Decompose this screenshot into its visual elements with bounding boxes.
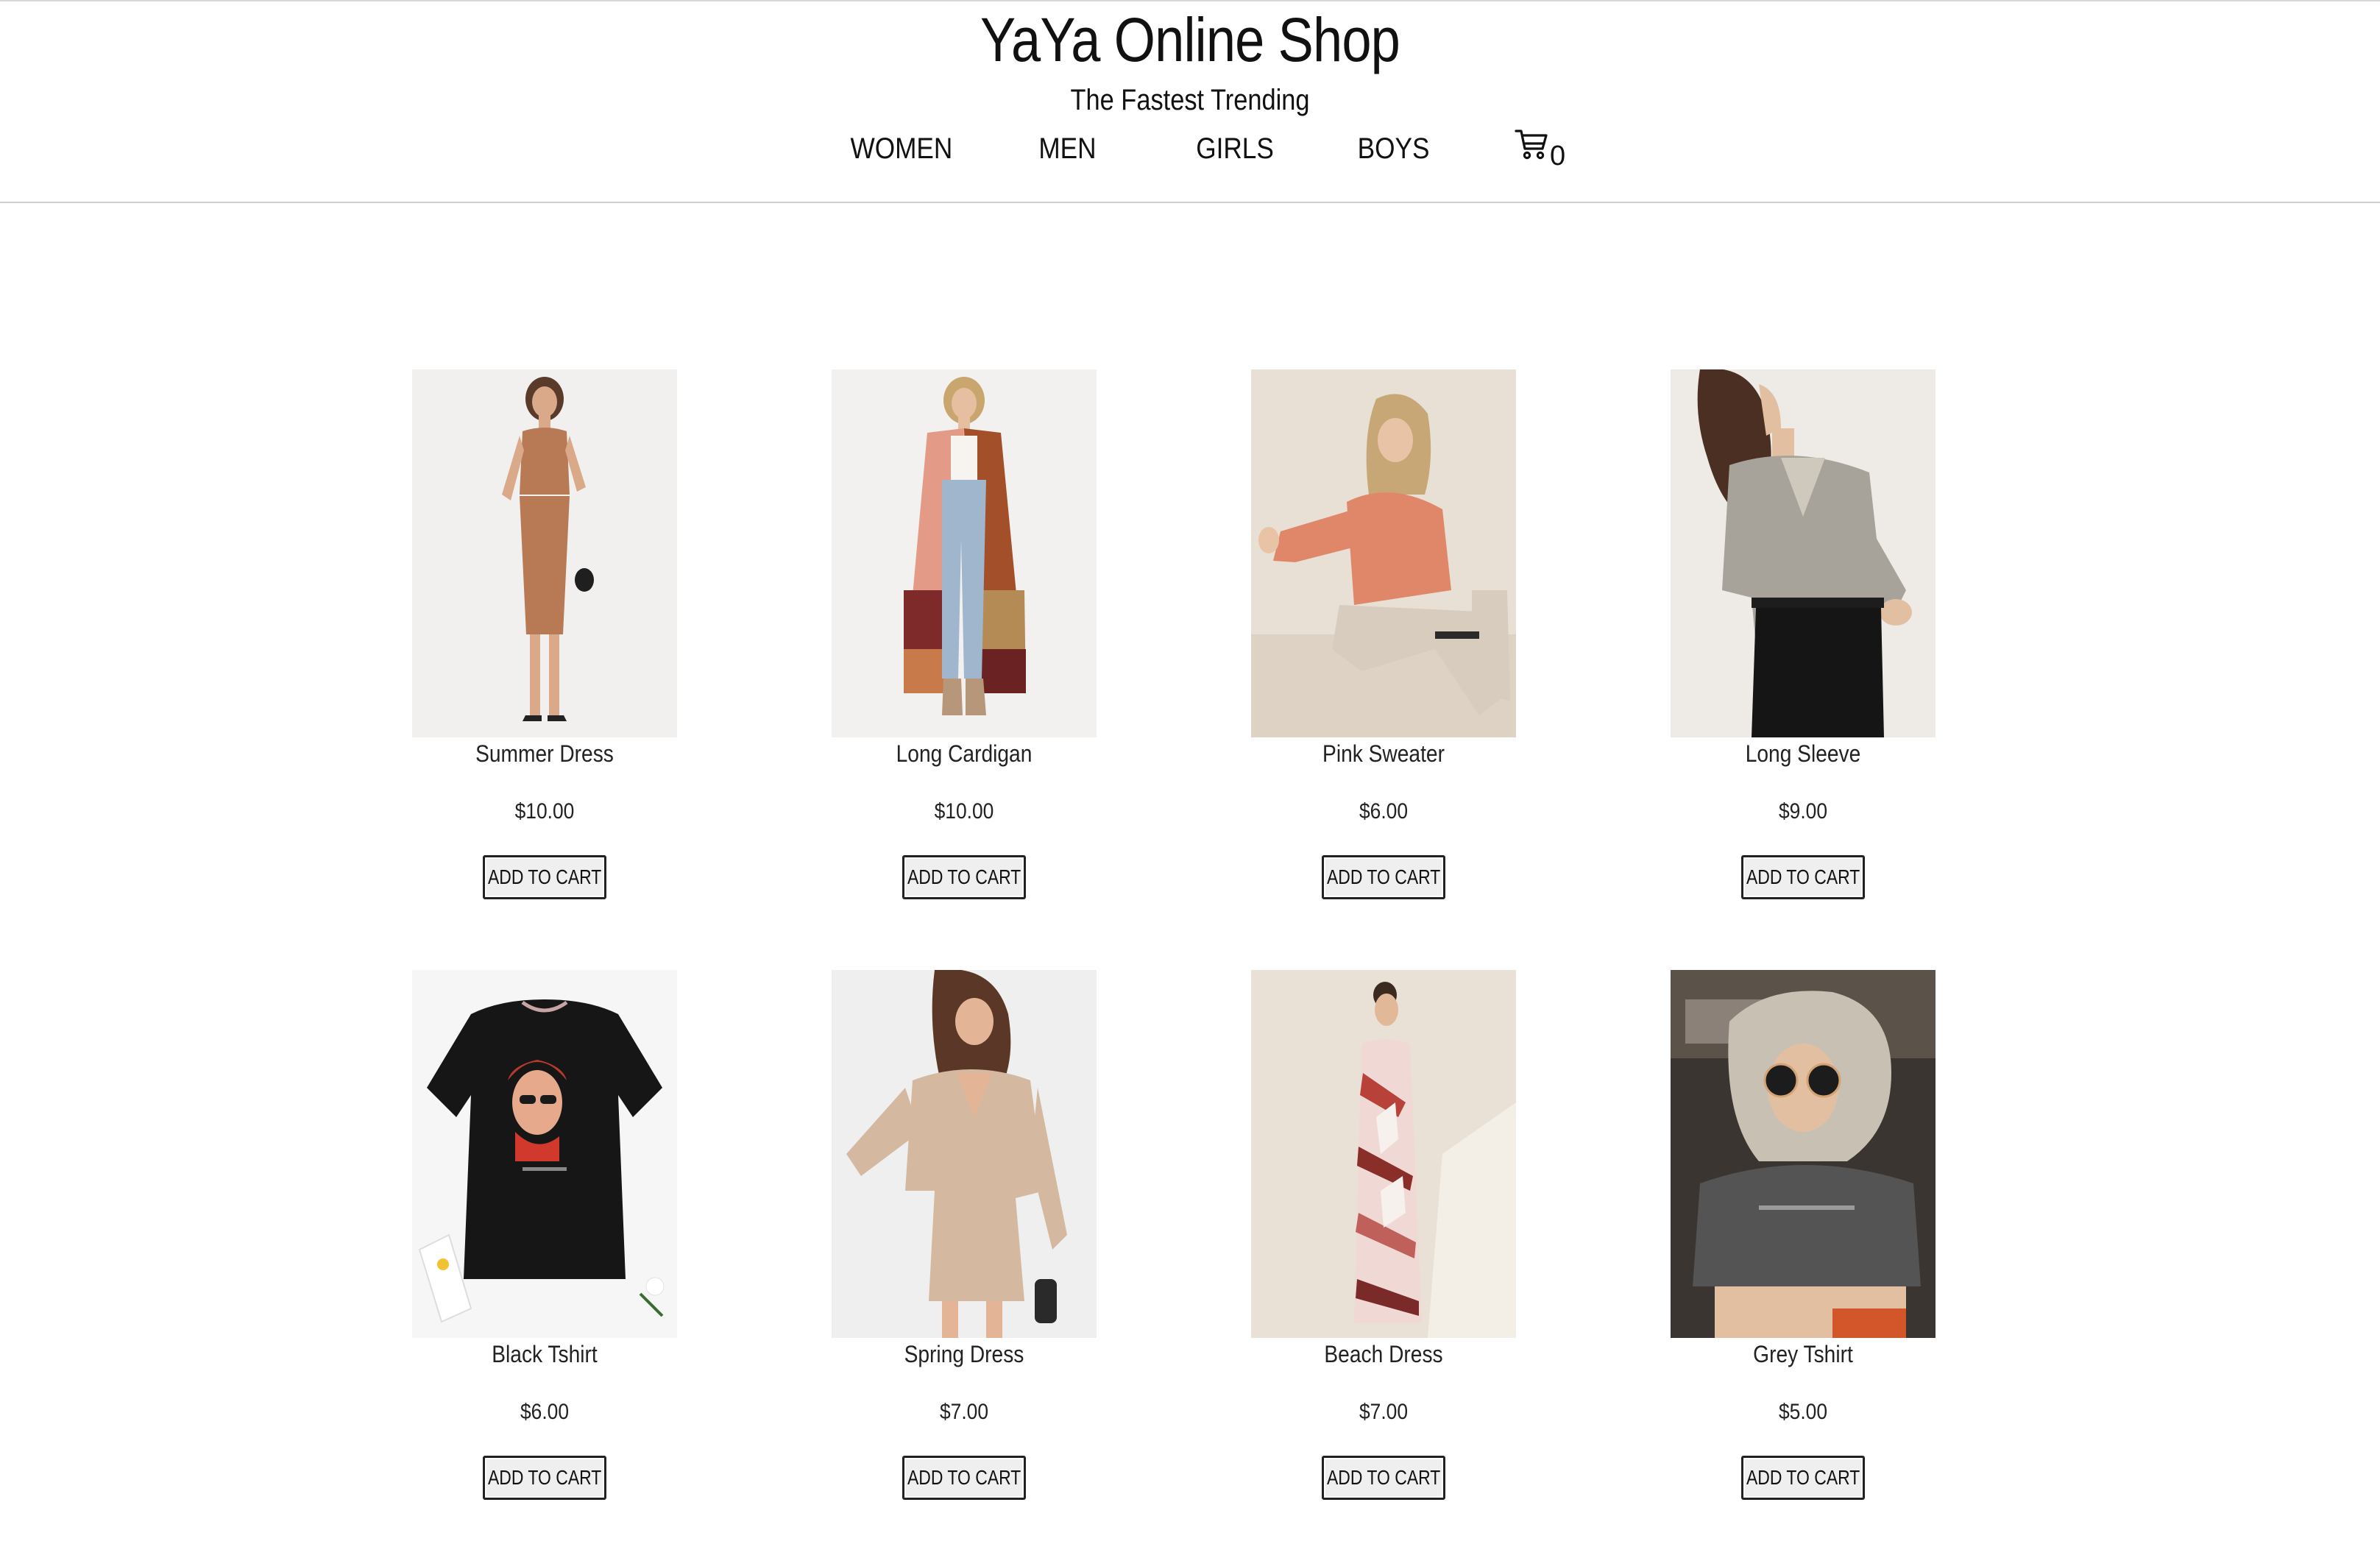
product-card: Beach Dress $7.00 ADD TO CART xyxy=(1251,970,1671,1515)
site-title: YaYa Online Shop xyxy=(980,5,1400,74)
product-image[interactable] xyxy=(1671,970,1935,1338)
product-card: Pink Sweater $6.00 ADD TO CART xyxy=(1251,369,1671,914)
product-name: Beach Dress xyxy=(1324,1341,1443,1367)
product-card: Black Tshirt $6.00 ADD TO CART xyxy=(412,970,832,1515)
cart-icon xyxy=(1515,128,1548,164)
add-to-cart-button[interactable]: ADD TO CART xyxy=(1322,1456,1445,1500)
cart-count: 0 xyxy=(1550,141,1566,171)
product-price: $10.00 xyxy=(514,799,575,824)
product-card: Long Sleeve $9.00 ADD TO CART xyxy=(1671,369,2090,914)
add-to-cart-button[interactable]: ADD TO CART xyxy=(902,1456,1026,1500)
product-name: Pink Sweater xyxy=(1322,740,1445,767)
product-image[interactable] xyxy=(1671,369,1935,737)
nav-girls[interactable]: GIRLS xyxy=(1196,132,1274,166)
nav-men[interactable]: MEN xyxy=(1038,132,1096,166)
product-price: $9.00 xyxy=(1778,799,1828,824)
product-image[interactable] xyxy=(832,369,1097,737)
product-image[interactable] xyxy=(1251,369,1516,737)
add-to-cart-button[interactable]: ADD TO CART xyxy=(483,855,606,899)
product-image[interactable] xyxy=(412,369,677,737)
site-tagline: The Fastest Trending xyxy=(1070,84,1310,116)
nav-boys[interactable]: BOYS xyxy=(1358,132,1430,166)
add-to-cart-button[interactable]: ADD TO CART xyxy=(1741,1456,1865,1500)
cart-link[interactable]: 0 xyxy=(1515,128,1565,170)
add-to-cart-button[interactable]: ADD TO CART xyxy=(483,1456,606,1500)
product-name: Black Tshirt xyxy=(492,1341,598,1367)
product-card: Spring Dress $7.00 ADD TO CART xyxy=(832,970,1251,1515)
product-name: Grey Tshirt xyxy=(1753,1341,1853,1367)
product-image[interactable] xyxy=(412,970,677,1338)
product-image[interactable] xyxy=(832,970,1097,1338)
product-price: $6.00 xyxy=(1359,799,1409,824)
product-price: $5.00 xyxy=(1778,1400,1828,1424)
product-card: Long Cardigan $10.00 ADD TO CART xyxy=(832,369,1251,914)
product-price: $6.00 xyxy=(520,1400,570,1424)
product-price: $10.00 xyxy=(934,799,994,824)
add-to-cart-button[interactable]: ADD TO CART xyxy=(1741,855,1865,899)
product-image[interactable] xyxy=(1251,970,1516,1338)
product-name: Summer Dress xyxy=(475,740,614,767)
site-header: YaYa Online Shop The Fastest Trending WO… xyxy=(0,1,2380,203)
product-price: $7.00 xyxy=(1359,1400,1409,1424)
product-name: Long Cardigan xyxy=(896,740,1033,767)
product-name: Spring Dress xyxy=(904,1341,1024,1367)
product-card: Summer Dress $10.00 ADD TO CART xyxy=(412,369,832,914)
product-name: Long Sleeve xyxy=(1745,740,1861,767)
page: YaYa Online Shop The Fastest Trending WO… xyxy=(0,0,2380,1544)
add-to-cart-button[interactable]: ADD TO CART xyxy=(1322,855,1445,899)
product-price: $7.00 xyxy=(939,1400,989,1424)
add-to-cart-button[interactable]: ADD TO CART xyxy=(902,855,1026,899)
product-card: Grey Tshirt $5.00 ADD TO CART xyxy=(1671,970,2090,1515)
main-nav: WOMEN MEN GIRLS BOYS 0 xyxy=(0,130,2380,177)
nav-women[interactable]: WOMEN xyxy=(850,132,952,166)
